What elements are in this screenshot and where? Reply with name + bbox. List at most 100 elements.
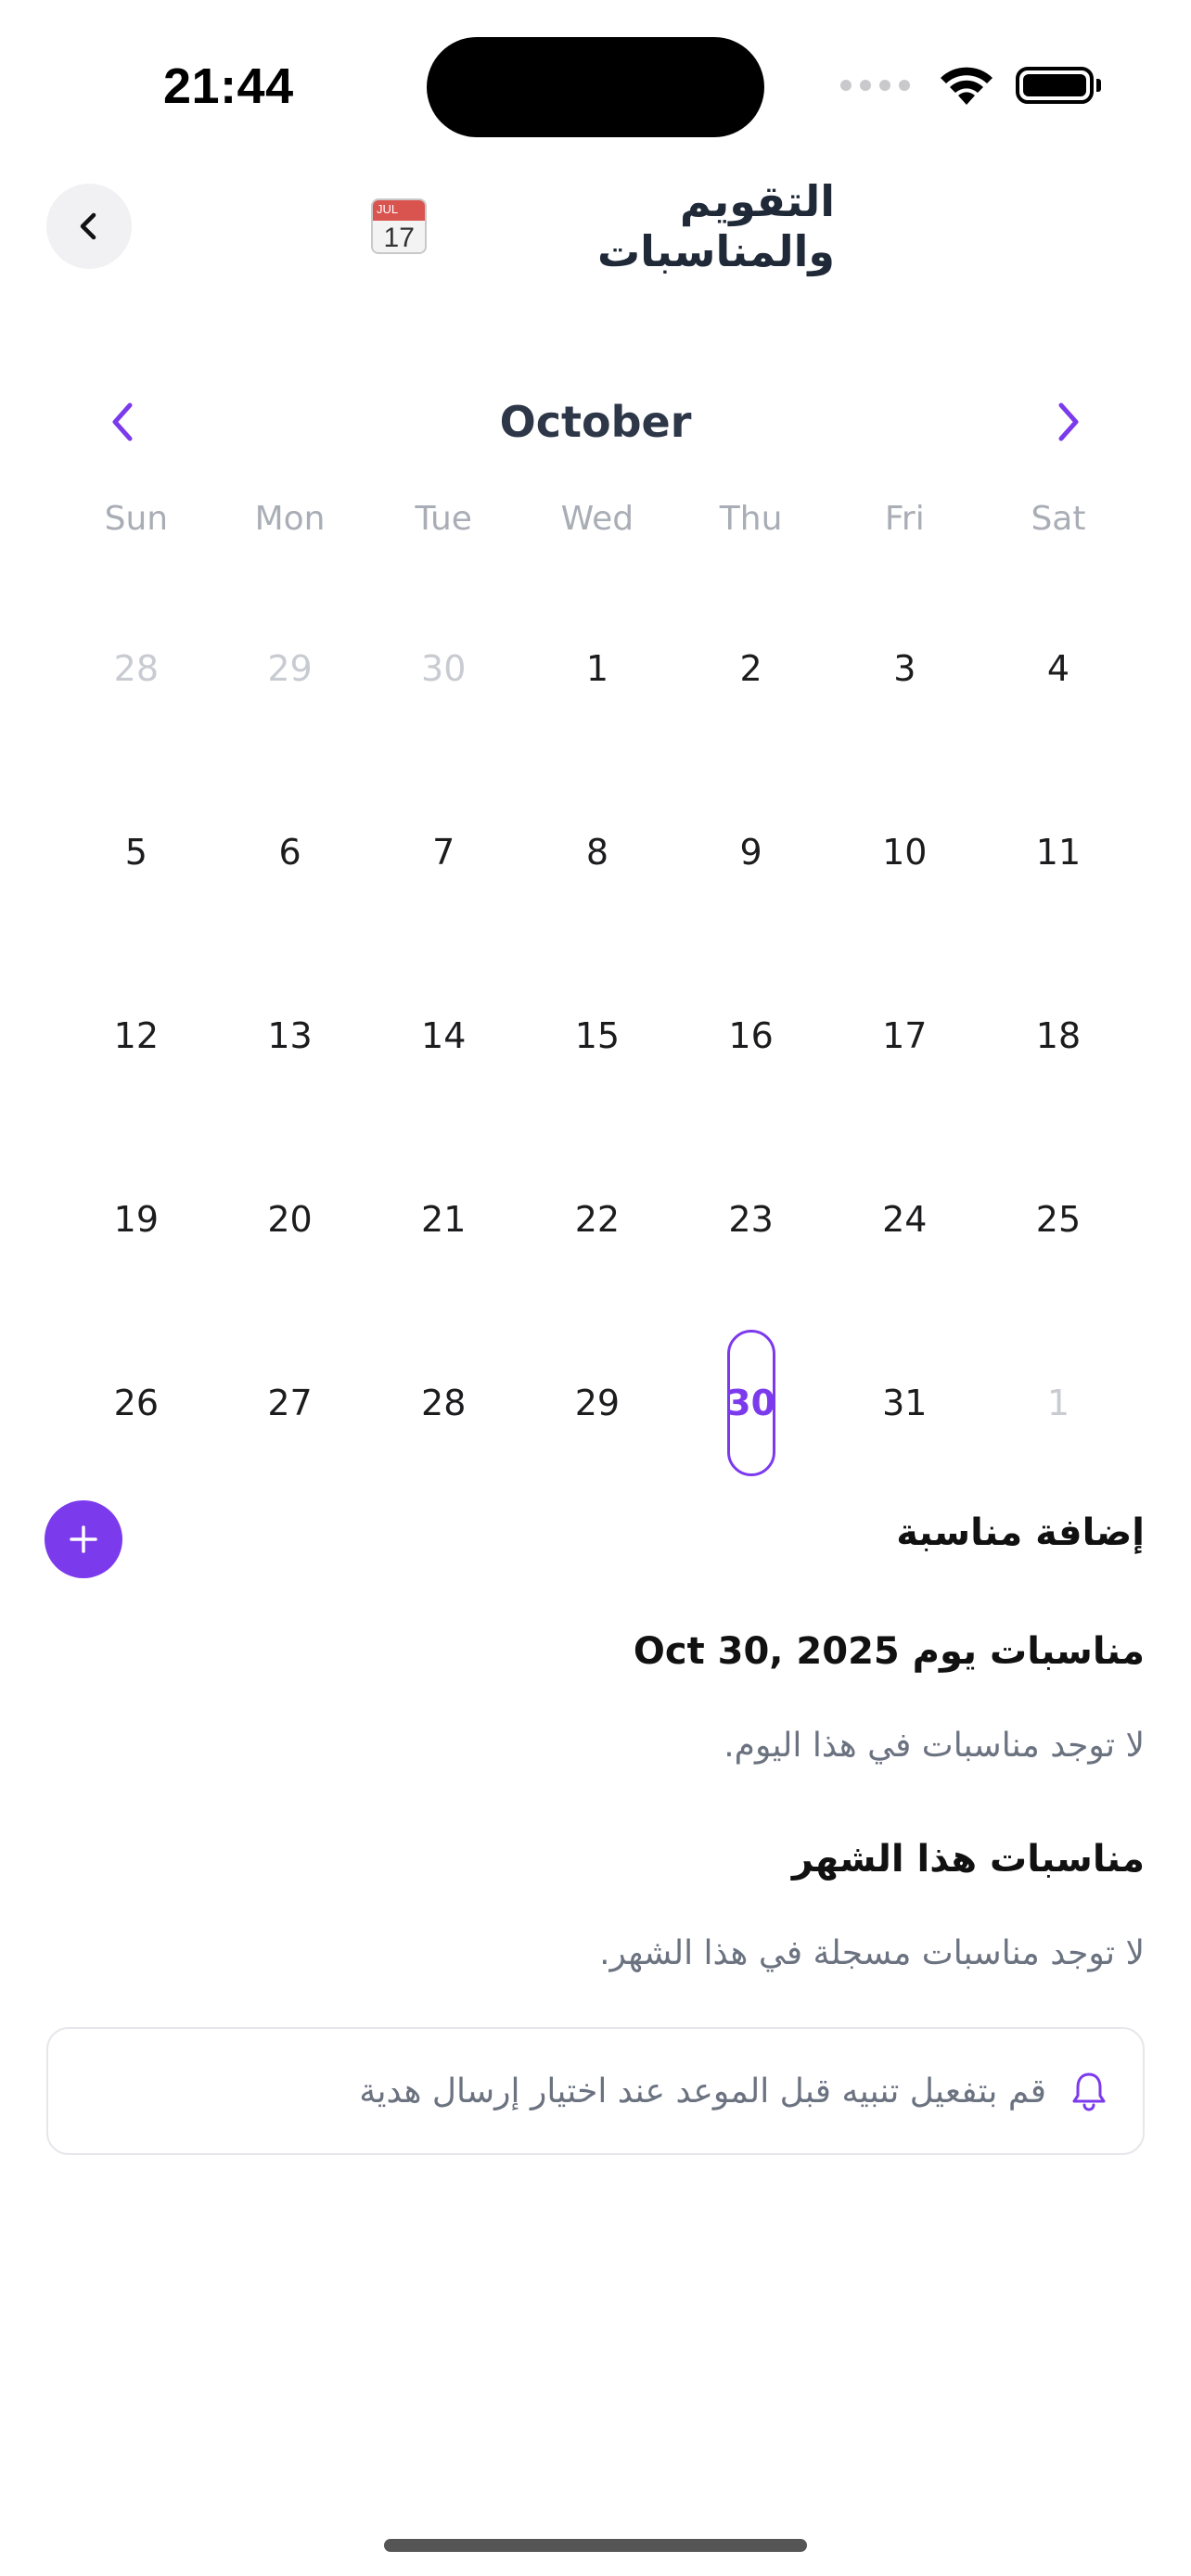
day-cell[interactable]: 10 [827, 760, 981, 944]
week-row: 28 29 30 1 2 3 4 [59, 577, 1135, 760]
day-cell[interactable]: 28 [366, 1311, 520, 1495]
day-number: 23 [728, 1199, 774, 1240]
status-time: 21:44 [163, 58, 294, 114]
bell-icon [1070, 2071, 1108, 2111]
day-number: 17 [882, 1015, 928, 1056]
day-cell[interactable]: 29 [213, 577, 367, 760]
day-cell[interactable]: 31 [827, 1311, 981, 1495]
week-row: 26 27 28 29 30 31 1 [59, 1311, 1135, 1495]
chevron-left-icon [112, 402, 133, 441]
day-cell[interactable]: 11 [981, 760, 1135, 944]
day-cell[interactable]: 13 [213, 944, 367, 1128]
day-number: 27 [267, 1383, 313, 1423]
day-cell[interactable]: 14 [366, 944, 520, 1128]
weekday-label: Sun [104, 500, 169, 538]
day-number: 5 [124, 832, 147, 873]
day-number: 24 [882, 1199, 928, 1240]
month-events-empty: لا توجد مناسبات مسجلة في هذا الشهر. [599, 1934, 1145, 1972]
day-cell[interactable]: 26 [59, 1311, 213, 1495]
day-cell[interactable]: 1 [520, 577, 674, 760]
day-cell[interactable]: 23 [674, 1128, 828, 1311]
chevron-right-icon [1058, 402, 1079, 441]
home-indicator [384, 2539, 807, 2552]
day-number: 15 [574, 1015, 621, 1056]
day-cell[interactable]: 15 [520, 944, 674, 1128]
day-cell[interactable]: 24 [827, 1128, 981, 1311]
reminder-banner[interactable]: قم بتفعيل تنبيه قبل الموعد عند اختيار إر… [46, 2027, 1145, 2155]
day-events-empty: لا توجد مناسبات في هذا اليوم. [724, 1727, 1145, 1765]
day-cell[interactable]: 5 [59, 760, 213, 944]
week-row: 19 20 21 22 23 24 25 [59, 1128, 1135, 1311]
day-cell[interactable]: 22 [520, 1128, 674, 1311]
prev-month-button[interactable] [91, 389, 156, 454]
day-cell[interactable]: 8 [520, 760, 674, 944]
month-events-title: مناسبات هذا الشهر [791, 1838, 1145, 1881]
back-button[interactable] [46, 184, 132, 269]
page-title-text: التقويم والمناسبات [596, 176, 835, 276]
day-number: 28 [421, 1383, 467, 1423]
week-row: 5 6 7 8 9 10 11 [59, 760, 1135, 944]
day-cell[interactable]: 16 [674, 944, 828, 1128]
signal-icon [840, 80, 910, 91]
day-number: 7 [432, 832, 455, 873]
day-cell[interactable]: 12 [59, 944, 213, 1128]
chevron-left-icon [80, 212, 96, 240]
day-cell[interactable]: 30 [366, 577, 520, 760]
add-event-label: إضافة مناسبة [896, 1511, 1145, 1554]
day-cell[interactable]: 28 [59, 577, 213, 760]
day-number: 19 [113, 1199, 160, 1240]
weekday-header: Sun Mon Tue Wed Thu Fri Sat [59, 493, 1135, 545]
day-number: 11 [1035, 832, 1082, 873]
day-cell[interactable]: 25 [981, 1128, 1135, 1311]
week-row: 12 13 14 15 16 17 18 [59, 944, 1135, 1128]
day-number: 12 [113, 1015, 160, 1056]
day-number: 30 [421, 648, 467, 689]
weekday-label: Wed [560, 500, 634, 538]
day-number: 18 [1035, 1015, 1082, 1056]
day-cell[interactable]: 3 [827, 577, 981, 760]
add-event-button[interactable] [45, 1500, 122, 1578]
day-number: 1 [1046, 1383, 1070, 1423]
weekday-label: Tue [415, 500, 472, 538]
battery-icon [1016, 67, 1101, 104]
day-cell[interactable]: 2 [674, 577, 828, 760]
day-number: 29 [267, 648, 313, 689]
day-number: 30 [726, 1383, 776, 1423]
day-number: 20 [267, 1199, 313, 1240]
day-cell[interactable]: 7 [366, 760, 520, 944]
day-number: 28 [113, 648, 160, 689]
day-cell[interactable]: 20 [213, 1128, 367, 1311]
day-cell[interactable]: 27 [213, 1311, 367, 1495]
day-number: 10 [882, 832, 928, 873]
next-month-button[interactable] [1035, 389, 1100, 454]
day-number: 22 [574, 1199, 621, 1240]
day-cell[interactable]: 18 [981, 944, 1135, 1128]
status-icons [840, 57, 1101, 113]
plus-icon [70, 1525, 97, 1553]
page-title: التقويم والمناسبات JUL 17 [371, 176, 835, 276]
day-events-title: مناسبات يوم Oct 30, 2025 [633, 1630, 1145, 1673]
day-cell[interactable]: 9 [674, 760, 828, 944]
month-title: October [499, 397, 692, 447]
weekday-label: Thu [719, 500, 783, 538]
day-number: 3 [893, 648, 916, 689]
day-cell[interactable]: 17 [827, 944, 981, 1128]
dynamic-island [427, 37, 764, 137]
day-cell[interactable]: 4 [981, 577, 1135, 760]
day-cell[interactable]: 6 [213, 760, 367, 944]
calendar-grid: 28 29 30 1 2 3 4 5 6 7 8 9 10 11 12 13 14 15 16 17 18 19 20 21 2… [59, 577, 1135, 1495]
day-cell[interactable]: 19 [59, 1128, 213, 1311]
day-number: 31 [882, 1383, 928, 1423]
day-number: 1 [585, 648, 608, 689]
wifi-icon [938, 64, 995, 107]
reminder-text: قم بتفعيل تنبيه قبل الموعد عند اختيار إر… [359, 2072, 1046, 2111]
day-number: 25 [1035, 1199, 1082, 1240]
day-cell[interactable]: 29 [520, 1311, 674, 1495]
day-number: 14 [421, 1015, 467, 1056]
day-cell-selected[interactable]: 30 [674, 1311, 828, 1495]
day-number: 29 [574, 1383, 621, 1423]
day-number: 21 [421, 1199, 467, 1240]
day-cell[interactable]: 21 [366, 1128, 520, 1311]
calendar-emoji-icon: JUL 17 [371, 198, 428, 254]
day-cell[interactable]: 1 [981, 1311, 1135, 1495]
